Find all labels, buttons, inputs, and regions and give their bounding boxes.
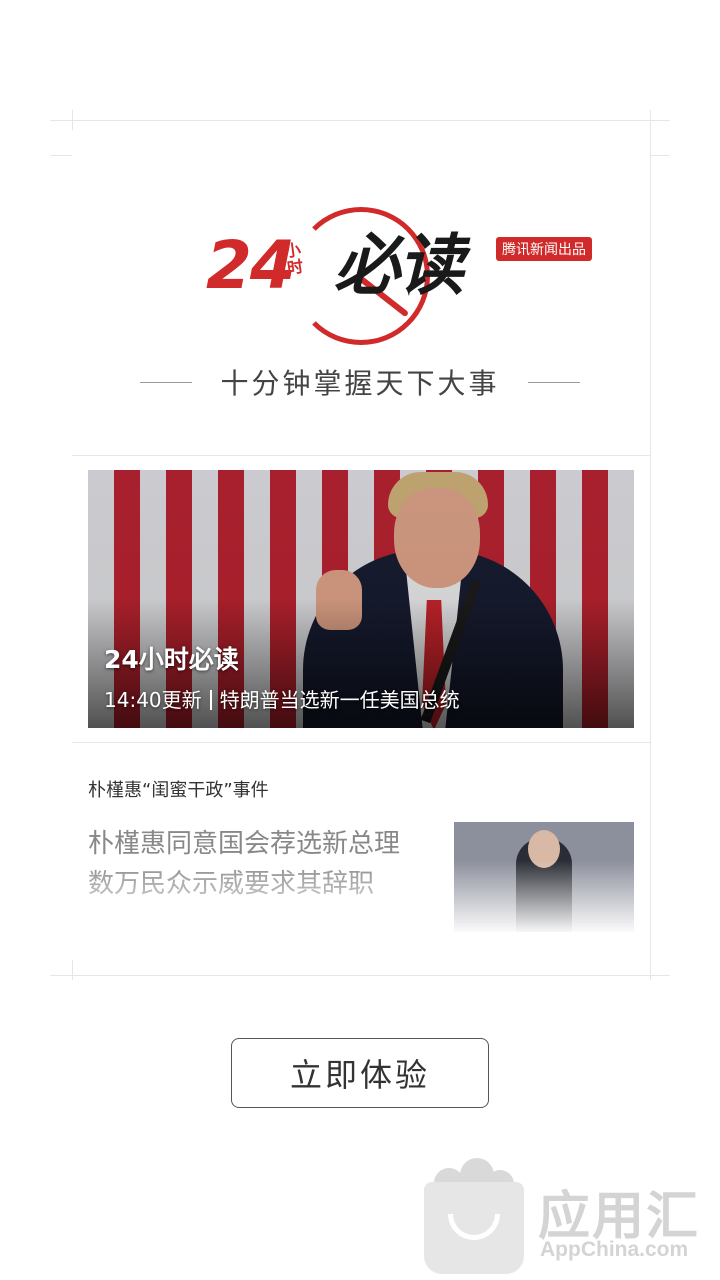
frame-line [50,120,670,121]
logo-number: 24 [206,227,296,304]
news-topic[interactable]: 朴槿惠“闺蜜干政”事件 [88,776,269,802]
hero-subtitle: 14:40更新 特朗普当选新一任美国总统 [104,684,460,713]
fade-overlay [72,860,650,960]
try-now-button[interactable]: 立即体验 [231,1038,489,1108]
frame-line [650,110,651,980]
slogan-divider-left [140,381,192,383]
divider [72,742,650,743]
hero-update-time: 14:40更新 [104,688,202,712]
hero-banner[interactable]: 24小时必读 14:40更新 特朗普当选新一任美国总统 [88,470,634,728]
frame-line [50,975,670,976]
logo-text: 24 必读 [206,233,464,299]
appchina-watermark: 应用汇 AppChina.com [420,1158,716,1276]
logo-word: 必读 [333,227,464,304]
slogan-divider-right [527,381,580,383]
divider [72,455,650,456]
app-logo: 24 必读 小时 腾讯新闻出品 [200,195,600,355]
separator [209,690,212,710]
hero-title: 24小时必读 [104,645,239,674]
logo-small-text: 小时 [283,239,305,278]
hero-headline: 特朗普当选新一任美国总统 [219,688,460,712]
slogan: 十分钟掌握天下大事 [220,367,500,400]
slogan-row: 十分钟掌握天下大事 [140,362,580,402]
watermark-url: AppChina.com [540,1238,689,1261]
logo-tag: 腾讯新闻出品 [496,237,592,261]
